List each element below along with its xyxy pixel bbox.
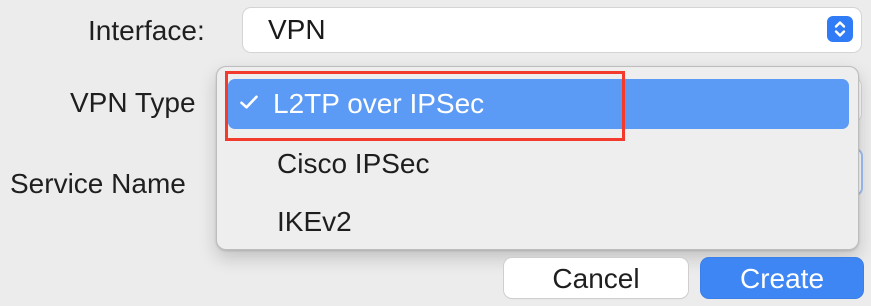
menu-item-cisco-ipsec[interactable]: Cisco IPSec: [228, 139, 849, 189]
interface-select-value: VPN: [268, 14, 326, 45]
menu-item-label: Cisco IPSec: [277, 148, 430, 179]
service-name-label: Service Name: [10, 168, 186, 199]
interface-label: Interface:: [88, 15, 205, 46]
interface-select[interactable]: VPN: [243, 8, 861, 52]
menu-item-l2tp-over-ipsec[interactable]: L2TP over IPSec: [228, 79, 849, 129]
cancel-button-label: Cancel: [552, 263, 640, 294]
up-down-chevron-icon: [827, 16, 853, 42]
create-button-label: Create: [739, 263, 825, 294]
menu-item-ikev2[interactable]: IKEv2: [228, 197, 849, 247]
cancel-button[interactable]: Cancel: [504, 258, 688, 298]
menu-item-label: L2TP over IPSec: [273, 88, 485, 119]
menu-item-label: IKEv2: [277, 206, 352, 237]
create-button[interactable]: Create: [701, 258, 863, 298]
vpn-type-label: VPN Type: [70, 87, 196, 118]
vpn-type-dropdown-menu: L2TP over IPSec Cisco IPSec IKEv2: [216, 66, 859, 250]
checkmark-icon: [237, 90, 261, 114]
